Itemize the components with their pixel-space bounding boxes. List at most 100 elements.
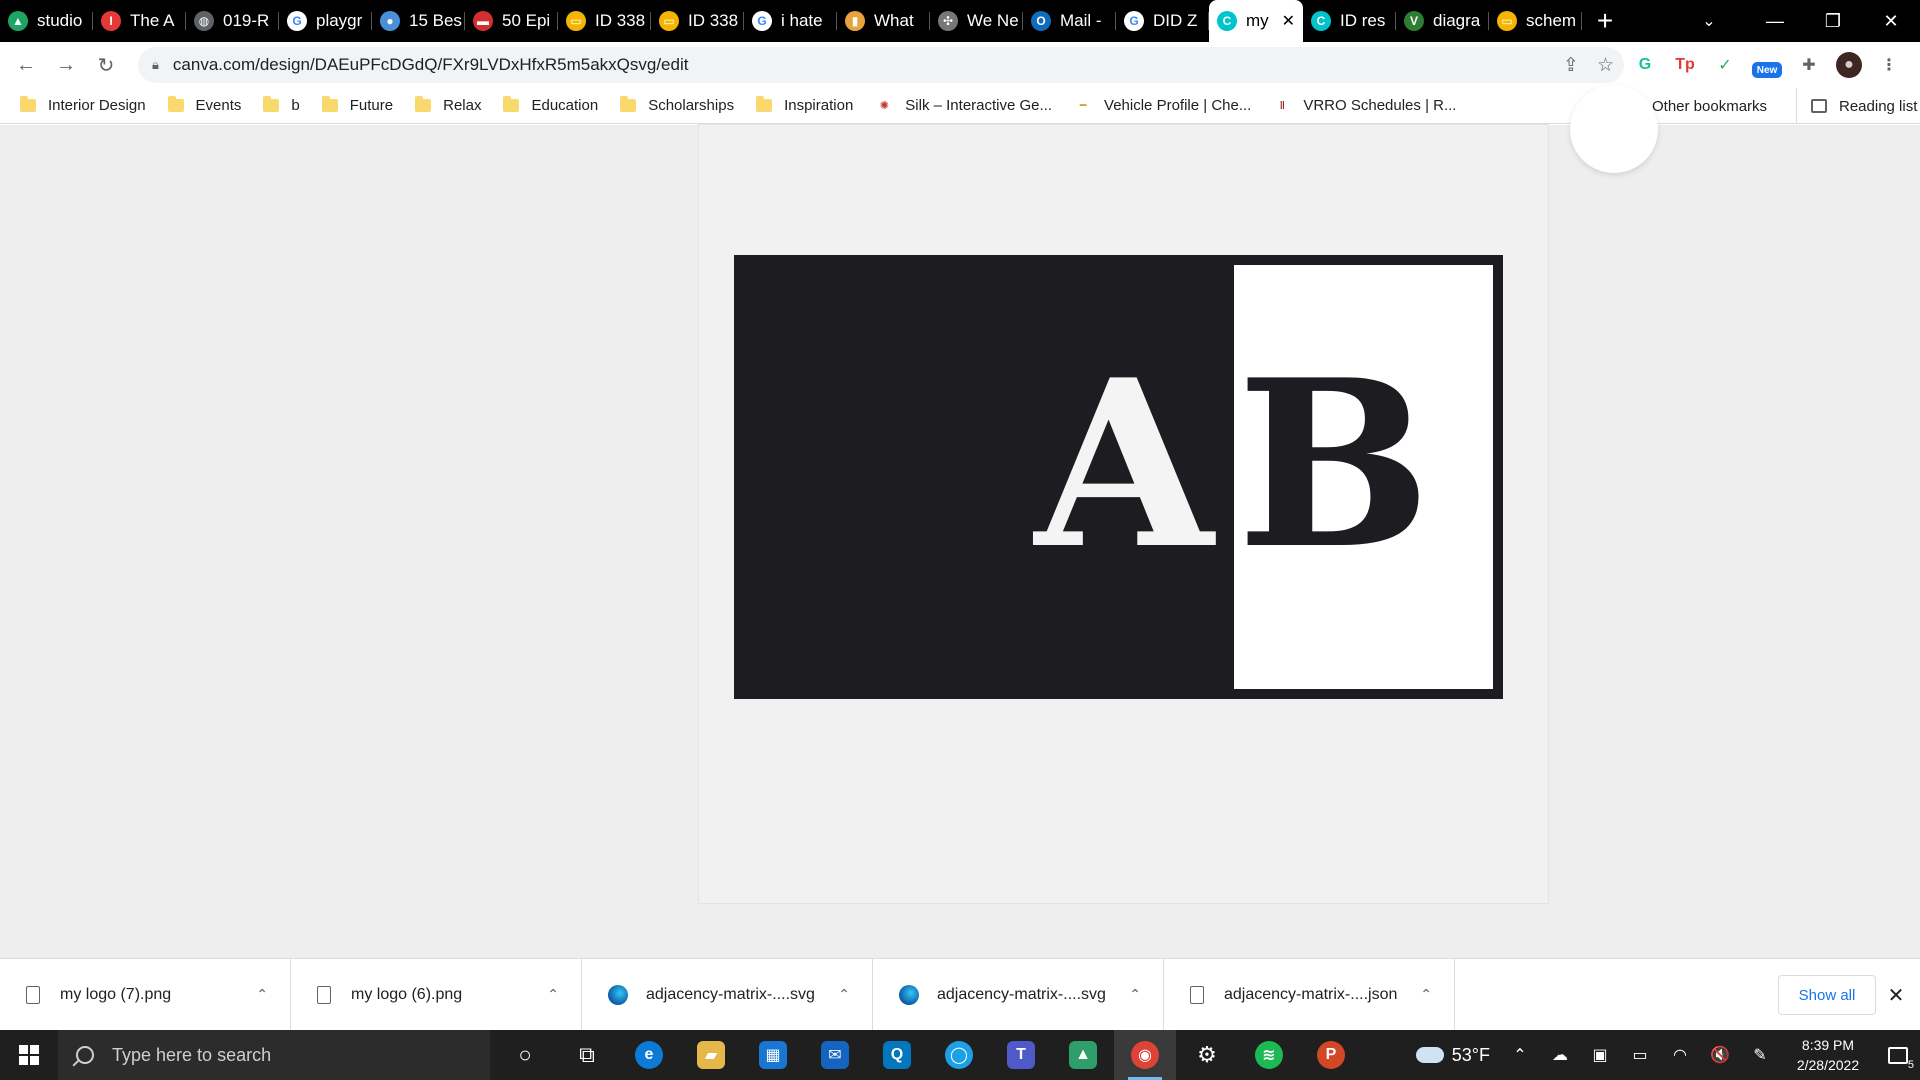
window-controls: — ❐ ✕ bbox=[1746, 0, 1920, 42]
download-item[interactable]: my logo (6).png ⌃ bbox=[291, 958, 582, 1031]
pen-icon[interactable]: ✎ bbox=[1740, 1030, 1780, 1080]
taskbar-app[interactable]: ✉ bbox=[804, 1030, 866, 1080]
wifi-icon[interactable]: ◠ bbox=[1660, 1030, 1700, 1080]
address-bar[interactable]: 🔒︎ canva.com/design/DAEuPFcDGdQ/FXr9LVDx… bbox=[138, 47, 1624, 83]
taskbar-app[interactable]: T bbox=[990, 1030, 1052, 1080]
browser-tab[interactable]: ▲ studio bbox=[0, 0, 93, 42]
restore-button[interactable]: ❐ bbox=[1804, 0, 1862, 42]
notification-center-button[interactable]: 5 bbox=[1876, 1030, 1920, 1080]
clock-date: 2/28/2022 bbox=[1796, 1057, 1860, 1073]
browser-tab[interactable]: ▭ ID 338 bbox=[558, 0, 651, 42]
browser-tab[interactable]: I The A bbox=[93, 0, 186, 42]
weather-widget[interactable]: 53°F bbox=[1415, 1044, 1490, 1066]
new-ext-icon[interactable]: New bbox=[1752, 62, 1782, 78]
browser-tab[interactable]: ◍ 019-R bbox=[186, 0, 279, 42]
browser-tab[interactable]: ▭ ID 338 bbox=[651, 0, 744, 42]
download-filename: my logo (6).png bbox=[351, 985, 463, 1003]
floating-action-button[interactable] bbox=[1570, 85, 1658, 173]
reading-list-button[interactable]: Reading list bbox=[1796, 88, 1917, 124]
battery-icon[interactable]: ▭ bbox=[1620, 1030, 1660, 1080]
close-download-shelf-button[interactable]: ✕ bbox=[1884, 975, 1908, 1015]
folder-icon bbox=[415, 96, 432, 112]
taskbar-app[interactable]: Q bbox=[866, 1030, 928, 1080]
grammarly-icon[interactable]: G bbox=[1632, 52, 1658, 78]
browser-tab[interactable]: Gi hate bbox=[744, 0, 837, 42]
browser-tab[interactable]: ▬ 50 Epi bbox=[465, 0, 558, 42]
browser-tab[interactable]: ● 15 Bes bbox=[372, 0, 465, 42]
chevron-up-icon[interactable]: ⌃ bbox=[1500, 1030, 1540, 1080]
taskbar-app[interactable]: ⚙ bbox=[1176, 1030, 1238, 1080]
chevron-up-icon[interactable]: ⌃ bbox=[1129, 986, 1141, 1003]
browser-tab[interactable]: ✣ We Ne bbox=[930, 0, 1023, 42]
bookmark-folder[interactable]: Relax bbox=[415, 96, 481, 114]
share-icon[interactable]: ⇪ bbox=[1563, 54, 1579, 77]
logo-letter-b[interactable]: B bbox=[1234, 350, 1434, 580]
chevron-up-icon[interactable]: ⌃ bbox=[838, 986, 850, 1003]
new-tab-button[interactable]: + bbox=[1582, 0, 1628, 42]
logo-letter-a[interactable]: A bbox=[1014, 350, 1234, 580]
minimize-button[interactable]: — bbox=[1746, 0, 1804, 42]
taskbar-app[interactable]: ▰ bbox=[680, 1030, 742, 1080]
bookmark-star-icon[interactable]: ☆ bbox=[1597, 54, 1614, 77]
back-button[interactable]: ← bbox=[6, 45, 46, 85]
volume-muted-icon[interactable]: 🔇 bbox=[1700, 1030, 1740, 1080]
browser-tab[interactable]: G DID Z bbox=[1116, 0, 1209, 42]
download-item[interactable]: adjacency-matrix-....json ⌃ bbox=[1164, 958, 1455, 1031]
taskbar-app[interactable]: e bbox=[618, 1030, 680, 1080]
puzzle-icon[interactable]: ✚ bbox=[1796, 52, 1822, 78]
browser-tab[interactable]: O Mail - bbox=[1023, 0, 1116, 42]
browser-tab[interactable]: C ID res bbox=[1303, 0, 1396, 42]
bookmark-folder[interactable]: Events bbox=[167, 96, 241, 114]
logo-design[interactable]: A B bbox=[734, 255, 1503, 699]
close-tab-icon[interactable]: ✕ bbox=[1282, 11, 1295, 31]
taskbar-search-box[interactable]: Type here to search bbox=[58, 1030, 490, 1080]
chevron-up-icon[interactable]: ⌃ bbox=[1420, 986, 1432, 1003]
browser-tab[interactable]: Vdiagra bbox=[1396, 0, 1489, 42]
taskbar-app[interactable]: ▲ bbox=[1052, 1030, 1114, 1080]
meet-now-icon[interactable]: ▣ bbox=[1580, 1030, 1620, 1080]
onedrive-icon[interactable]: ☁ bbox=[1540, 1030, 1580, 1080]
taskbar-app[interactable]: ◉ bbox=[1114, 1030, 1176, 1080]
chevron-up-icon[interactable]: ⌃ bbox=[547, 986, 559, 1003]
start-button[interactable] bbox=[0, 1030, 58, 1080]
browser-tab[interactable]: ▭ schem bbox=[1489, 0, 1582, 42]
tab-search-button[interactable]: ⌄ bbox=[1686, 0, 1732, 42]
taskbar-app[interactable]: P bbox=[1300, 1030, 1362, 1080]
download-item[interactable]: my logo (7).png ⌃ bbox=[0, 958, 291, 1031]
browser-tab[interactable]: Gplaygr bbox=[279, 0, 372, 42]
bookmark-folder[interactable]: Inspiration bbox=[756, 96, 853, 114]
bookmark-folder[interactable]: Education bbox=[503, 96, 598, 114]
green-ext-icon[interactable]: ✓ bbox=[1712, 52, 1738, 78]
taskbar-app[interactable]: ◯ bbox=[928, 1030, 990, 1080]
show-all-downloads-button[interactable]: Show all bbox=[1778, 975, 1876, 1015]
kebab-menu-icon[interactable]: ⋮ bbox=[1876, 52, 1902, 78]
vectr-icon: V bbox=[1404, 11, 1424, 31]
design-workspace[interactable]: A B bbox=[0, 85, 1920, 958]
browser-tab[interactable]: ▮ What bbox=[837, 0, 930, 42]
forward-button[interactable]: → bbox=[46, 45, 86, 85]
chevron-up-icon[interactable]: ⌃ bbox=[256, 986, 268, 1003]
download-item[interactable]: adjacency-matrix-....svg ⌃ bbox=[582, 958, 873, 1031]
bookmark-folder[interactable]: Scholarships bbox=[620, 96, 734, 114]
weather-temperature: 53°F bbox=[1451, 1044, 1490, 1065]
bookmark-folder[interactable]: Interior Design bbox=[20, 96, 146, 114]
tp-icon[interactable]: Tp bbox=[1672, 52, 1698, 78]
taskbar-apps: ○ ⧉ e ▰ ▦ ✉ Q ◯ T ▲ ◉ ⚙ ≋ P bbox=[494, 1030, 1362, 1080]
bookmark-link[interactable]: ✺ Silk – Interactive Ge... bbox=[875, 97, 1052, 115]
reload-button[interactable]: ↻ bbox=[86, 45, 126, 85]
taskbar-app[interactable]: ≋ bbox=[1238, 1030, 1300, 1080]
url-text[interactable]: canva.com/design/DAEuPFcDGdQ/FXr9LVDxHfx… bbox=[173, 55, 689, 75]
tab-title: DID Z bbox=[1153, 11, 1198, 30]
browser-tab[interactable]: Cmy ✕ bbox=[1209, 0, 1303, 42]
taskbar-app[interactable]: ▦ bbox=[742, 1030, 804, 1080]
download-item[interactable]: adjacency-matrix-....svg ⌃ bbox=[873, 958, 1164, 1031]
clock[interactable]: 8:39 PM 2/28/2022 bbox=[1780, 1035, 1876, 1075]
close-window-button[interactable]: ✕ bbox=[1862, 0, 1920, 42]
bookmark-folder[interactable]: b bbox=[263, 96, 300, 114]
profile-avatar-icon[interactable]: ● bbox=[1836, 52, 1862, 78]
taskbar-app[interactable]: ⧉ bbox=[556, 1030, 618, 1080]
bookmark-link[interactable]: Ⅱ VRRO Schedules | R... bbox=[1273, 97, 1457, 115]
bookmark-folder[interactable]: Future bbox=[321, 96, 393, 114]
taskbar-app[interactable]: ○ bbox=[494, 1030, 556, 1080]
bookmark-link[interactable]: ━ Vehicle Profile | Che... bbox=[1074, 97, 1252, 115]
